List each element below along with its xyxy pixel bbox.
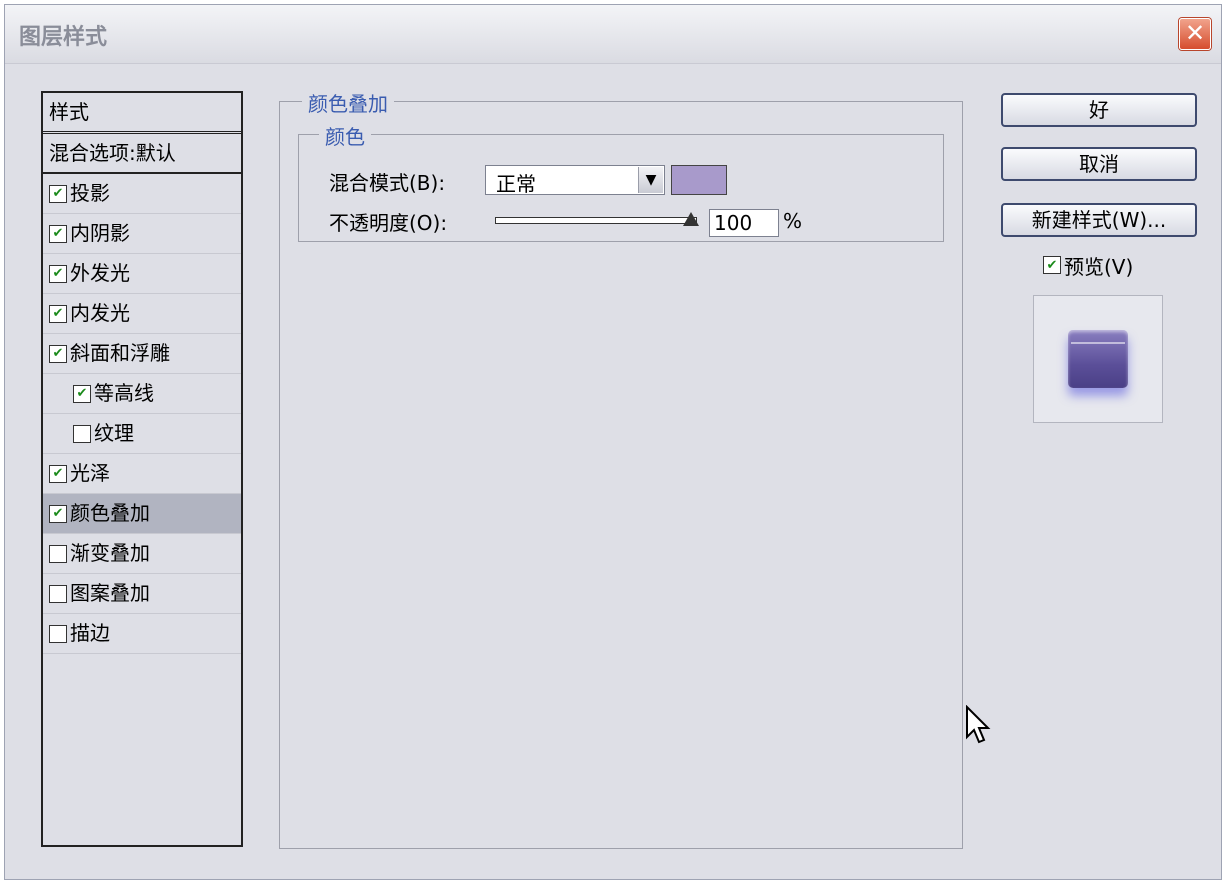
style-item-pattern-overlay[interactable]: 图案叠加 [43, 574, 241, 614]
checkbox[interactable] [49, 624, 67, 643]
style-item-label: 等高线 [94, 381, 154, 405]
new-style-button[interactable]: 新建样式(W)... [1001, 203, 1197, 237]
style-item-label: 内阴影 [70, 221, 130, 245]
style-item-drop-shadow[interactable]: ✔ 投影 [43, 174, 241, 214]
style-item-label: 内发光 [70, 301, 130, 325]
style-item-label: 渐变叠加 [70, 541, 150, 565]
checkbox[interactable]: ✔ [49, 464, 67, 483]
style-item-gradient-overlay[interactable]: 渐变叠加 [43, 534, 241, 574]
checkbox[interactable]: ✔ [49, 344, 67, 363]
overlay-color-swatch[interactable] [671, 165, 727, 195]
color-overlay-group: 颜色叠加 颜色 混合模式(B): 正常 ▼ 不透明度(O): 100 % [279, 88, 963, 849]
opacity-unit: % [783, 209, 803, 233]
style-preview [1033, 295, 1163, 423]
checkbox[interactable]: ✔ [49, 504, 67, 523]
preview-swatch [1068, 330, 1128, 388]
style-item-outer-glow[interactable]: ✔ 外发光 [43, 254, 241, 294]
style-item-label: 纹理 [94, 421, 134, 445]
mouse-cursor-icon [966, 705, 991, 744]
style-item-contour[interactable]: ✔ 等高线 [43, 374, 241, 414]
style-item-label: 光泽 [70, 461, 110, 485]
color-subgroup-title: 颜色 [319, 121, 371, 150]
dialog-title: 图层样式 [19, 25, 108, 50]
preview-checkbox[interactable]: ✔ [1043, 256, 1061, 274]
style-item-label: 图案叠加 [70, 581, 150, 605]
style-item-label: 斜面和浮雕 [70, 341, 170, 365]
style-item-label: 颜色叠加 [70, 501, 150, 525]
style-item-inner-shadow[interactable]: ✔ 内阴影 [43, 214, 241, 254]
title-bar[interactable]: 图层样式 ✕ [5, 5, 1221, 64]
checkbox[interactable]: ✔ [49, 304, 67, 323]
blending-options-item[interactable]: 混合选项:默认 [43, 134, 241, 174]
checkbox[interactable]: ✔ [73, 384, 91, 403]
close-icon[interactable]: ✕ [1179, 18, 1211, 50]
opacity-label: 不透明度(O): [329, 211, 448, 235]
layer-style-dialog: 图层样式 ✕ 样式 混合选项:默认 ✔ 投影 ✔ 内阴影 ✔ 外发光 ✔ 内发光 [4, 4, 1222, 880]
opacity-slider-thumb[interactable] [683, 212, 699, 226]
opacity-slider[interactable] [495, 217, 697, 224]
color-subgroup: 颜色 混合模式(B): 正常 ▼ 不透明度(O): 100 % [298, 121, 944, 242]
checkbox[interactable] [73, 424, 91, 443]
style-item-label: 投影 [70, 181, 110, 205]
blend-mode-select[interactable]: 正常 ▼ [485, 165, 665, 196]
chevron-down-icon[interactable]: ▼ [638, 167, 663, 193]
ok-button[interactable]: 好 [1001, 93, 1197, 127]
blend-mode-value: 正常 [496, 172, 536, 196]
cancel-button[interactable]: 取消 [1001, 147, 1197, 181]
checkbox[interactable] [49, 584, 67, 603]
style-item-label: 描边 [70, 621, 110, 645]
dialog-body: 样式 混合选项:默认 ✔ 投影 ✔ 内阴影 ✔ 外发光 ✔ 内发光 ✔ 斜面和浮… [13, 65, 1213, 873]
style-item-label: 外发光 [70, 261, 130, 285]
style-item-bevel-emboss[interactable]: ✔ 斜面和浮雕 [43, 334, 241, 374]
checkbox[interactable]: ✔ [49, 224, 67, 243]
checkbox[interactable] [49, 544, 67, 563]
checkbox[interactable]: ✔ [49, 264, 67, 283]
checkbox[interactable]: ✔ [49, 184, 67, 203]
styles-header[interactable]: 样式 [43, 93, 241, 134]
color-overlay-title: 颜色叠加 [302, 88, 394, 117]
style-item-color-overlay[interactable]: ✔ 颜色叠加 [43, 494, 241, 534]
blend-mode-label: 混合模式(B): [329, 171, 446, 195]
style-item-inner-glow[interactable]: ✔ 内发光 [43, 294, 241, 334]
preview-label: 预览(V) [1064, 254, 1134, 279]
styles-list: 样式 混合选项:默认 ✔ 投影 ✔ 内阴影 ✔ 外发光 ✔ 内发光 ✔ 斜面和浮… [41, 91, 243, 847]
style-item-stroke[interactable]: 描边 [43, 614, 241, 654]
style-item-texture[interactable]: 纹理 [43, 414, 241, 454]
opacity-input[interactable]: 100 [709, 209, 779, 237]
style-item-satin[interactable]: ✔ 光泽 [43, 454, 241, 494]
preview-toggle[interactable]: ✔ 预览(V) [1043, 252, 1134, 279]
